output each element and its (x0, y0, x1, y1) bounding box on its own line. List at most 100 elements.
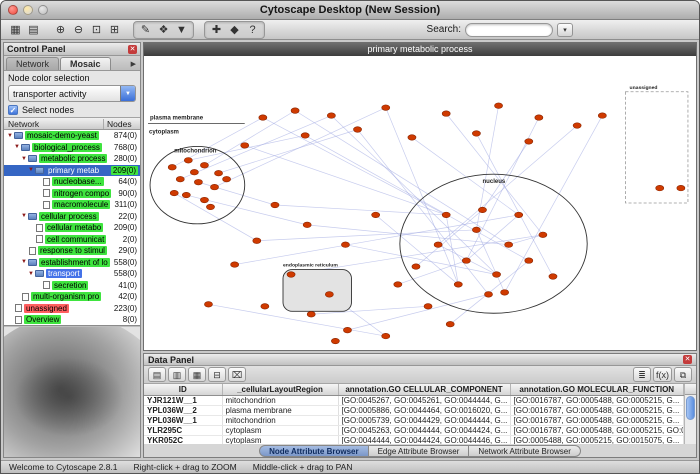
tree-row[interactable]: ▼primary metab209(0) (4, 165, 140, 177)
network-node[interactable] (382, 333, 390, 339)
network-node[interactable] (354, 127, 362, 133)
network-node[interactable] (200, 197, 208, 203)
network-node[interactable] (573, 123, 581, 129)
network-edge[interactable] (257, 230, 477, 241)
minimize-window-button[interactable] (23, 5, 33, 15)
table-column-header[interactable]: ID (144, 384, 222, 395)
network-edge[interactable] (263, 118, 446, 215)
network-edge[interactable] (204, 111, 295, 166)
network-node[interactable] (372, 212, 380, 218)
expand-toggle-icon[interactable]: ▼ (20, 213, 28, 219)
tree-row[interactable]: secretion41(0) (4, 280, 140, 292)
network-node[interactable] (408, 135, 416, 141)
network-node[interactable] (327, 113, 335, 119)
tab-node-attribute-browser[interactable]: Node Attribute Browser (259, 445, 369, 457)
tree-row[interactable]: ▼transport558(0) (4, 268, 140, 280)
table-cell[interactable]: [GO:0016787, GO:0005488, GO:0005215, G..… (510, 405, 684, 415)
tab-mosaic[interactable]: Mosaic (60, 57, 111, 70)
network-node[interactable] (291, 108, 299, 114)
overview-pane[interactable] (4, 326, 140, 457)
network-node[interactable] (182, 192, 190, 198)
table-cell[interactable]: YPL036W__1 (144, 415, 222, 425)
table-options-button[interactable] (685, 384, 696, 395)
network-graph[interactable]: plasma membranecytoplasmmitochondrionnuc… (144, 56, 696, 350)
network-edge[interactable] (174, 193, 257, 241)
select-nodes-checkbox[interactable]: ✓ (8, 105, 18, 115)
network-node[interactable] (535, 115, 543, 121)
expand-toggle-icon[interactable]: ▼ (27, 167, 35, 173)
network-node[interactable] (454, 282, 462, 288)
zoom-window-button[interactable] (38, 5, 48, 15)
network-node[interactable] (446, 321, 454, 327)
tab-overflow-icon[interactable]: ▶ (131, 60, 138, 70)
table-column-header[interactable]: annotation.GO MOLECULAR_FUNCTION (510, 384, 684, 395)
table-row[interactable]: YPL036W__1mitochondrion[GO:0005739, GO:0… (144, 415, 684, 425)
function-builder-icon[interactable]: f(x) (653, 367, 672, 382)
expand-toggle-icon[interactable]: ▼ (27, 271, 35, 277)
network-edge[interactable] (466, 215, 518, 261)
network-node[interactable] (394, 282, 402, 288)
zoom-fit-icon[interactable]: ⊞ (106, 22, 123, 38)
network-node[interactable] (382, 105, 390, 111)
zoom-out-icon[interactable]: ⊖ (70, 22, 87, 38)
network-node[interactable] (472, 227, 480, 233)
network-node[interactable] (677, 185, 685, 191)
network-node[interactable] (307, 311, 315, 317)
table-scrollbar[interactable] (684, 384, 696, 444)
table-column-header[interactable]: annotation.GO CELLULAR_COMPONENT (338, 384, 510, 395)
network-node[interactable] (271, 202, 279, 208)
network-canvas[interactable]: plasma membranecytoplasmmitochondrionnuc… (144, 56, 696, 350)
network-edge[interactable] (275, 205, 446, 215)
network-edge[interactable] (345, 245, 496, 275)
network-node[interactable] (303, 222, 311, 228)
tree-row[interactable]: nitrogen compo90(0) (4, 188, 140, 200)
table-cell[interactable]: mitochondrion (222, 415, 338, 425)
network-node[interactable] (598, 113, 606, 119)
filter-icon[interactable]: ▼ (173, 22, 190, 38)
network-node[interactable] (495, 103, 503, 109)
import-attributes-icon[interactable]: ⧉ (674, 367, 692, 382)
tree-row[interactable]: cellular metabo209(0) (4, 222, 140, 234)
table-cell[interactable]: plasma membrane (222, 405, 338, 415)
table-cell[interactable]: cytoplasm (222, 435, 338, 444)
network-node[interactable] (231, 262, 239, 268)
network-node[interactable] (412, 264, 420, 270)
titlebar[interactable]: Cytoscape Desktop (New Session) (1, 1, 699, 20)
tree-row[interactable]: response to stimul29(0) (4, 245, 140, 257)
network-node[interactable] (301, 133, 309, 139)
table-cell[interactable]: [GO:0016787, GO:0005488, GO:0005215, G..… (510, 395, 684, 405)
network-node[interactable] (501, 290, 509, 296)
network-node[interactable] (434, 242, 442, 248)
table-cell[interactable]: cytoplasm (222, 425, 338, 435)
network-node[interactable] (206, 204, 214, 210)
network-node[interactable] (341, 242, 349, 248)
network-edge[interactable] (416, 210, 482, 267)
scrollbar-thumb[interactable] (686, 396, 695, 420)
network-node[interactable] (462, 258, 470, 264)
network-node[interactable] (539, 232, 547, 238)
network-node[interactable] (184, 158, 192, 164)
network-node[interactable] (525, 139, 533, 145)
network-edge[interactable] (505, 116, 603, 293)
network-edge[interactable] (347, 294, 488, 330)
data-panel-close-icon[interactable]: ✕ (683, 355, 692, 364)
network-node[interactable] (170, 190, 178, 196)
network-edge[interactable] (482, 141, 528, 210)
plugins-icon[interactable]: ◆ (226, 22, 243, 38)
tree-row[interactable]: ▼cellular process22(0) (4, 211, 140, 223)
table-cell[interactable]: [GO:0044444, GO:0044424, GO:0044446, G..… (338, 435, 510, 444)
network-node[interactable] (484, 292, 492, 298)
network-node[interactable] (442, 212, 450, 218)
tab-network[interactable]: Network (6, 57, 59, 70)
network-edge[interactable] (358, 130, 489, 295)
table-cell[interactable]: YPL036W__2 (144, 405, 222, 415)
network-node[interactable] (343, 327, 351, 333)
tree-column-network[interactable]: Network (4, 119, 104, 129)
help-icon[interactable]: ? (244, 22, 261, 38)
expand-toggle-icon[interactable]: ▼ (6, 133, 14, 139)
table-column-header[interactable]: _cellularLayoutRegion (222, 384, 338, 395)
network-node[interactable] (493, 272, 501, 278)
network-node[interactable] (656, 185, 664, 191)
layout-icon[interactable]: ✚ (208, 22, 225, 38)
control-panel-close-icon[interactable]: ✕ (128, 45, 137, 54)
